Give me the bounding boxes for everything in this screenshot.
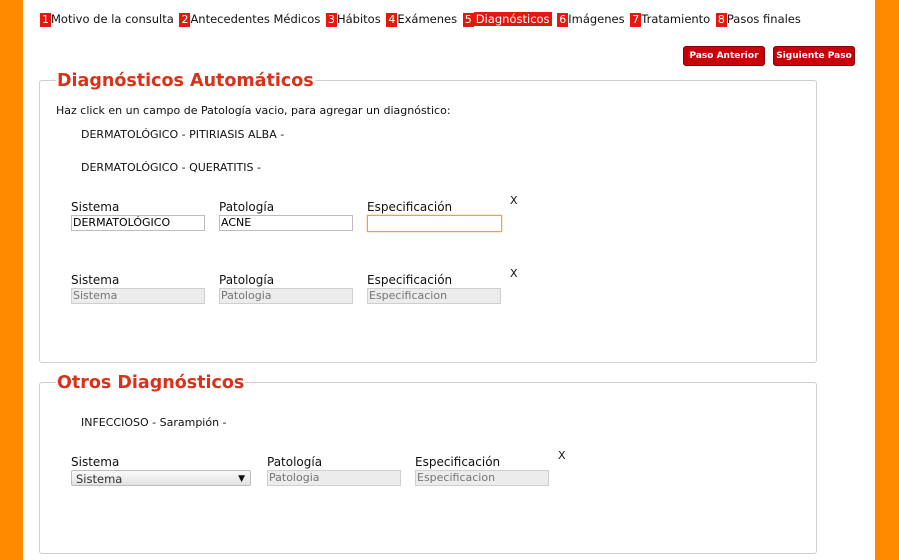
patologia-label: Patología bbox=[267, 455, 323, 469]
automatic-diagnoses-panel: Diagnósticos Automáticos Haz click en un… bbox=[39, 71, 817, 363]
existing-diagnosis: DERMATOLÓGICO - QUERATITIS - bbox=[81, 161, 261, 174]
sistema-label: Sistema bbox=[71, 273, 120, 287]
step-number: 2 bbox=[179, 13, 191, 27]
wizard-steps: 1 Motivo de la consulta 2 Antecedentes Méd… bbox=[40, 12, 803, 27]
remove-row-icon[interactable]: X bbox=[510, 194, 518, 207]
step-antecedentes[interactable]: 2 Antecedentes Médicos bbox=[179, 12, 320, 27]
step-label: Hábitos bbox=[336, 12, 381, 26]
next-step-button[interactable]: Siguiente Paso bbox=[773, 46, 855, 66]
step-tratamiento[interactable]: 7 Tratamiento bbox=[630, 12, 710, 27]
sistema-input[interactable] bbox=[71, 215, 205, 231]
other-diagnoses-panel: Otros Diagnósticos INFECCIOSO - Sarampió… bbox=[39, 373, 817, 554]
step-label: Motivo de la consulta bbox=[51, 12, 174, 26]
diagnosis-row: Sistema Patología Especificación X Siste… bbox=[71, 449, 566, 495]
step-number: 5 bbox=[462, 13, 474, 27]
step-diagnosticos[interactable]: 5 Diagnósticos bbox=[462, 12, 552, 27]
patologia-label: Patología bbox=[219, 273, 275, 287]
sistema-label: Sistema bbox=[71, 200, 120, 214]
patologia-input[interactable] bbox=[219, 215, 353, 231]
especificacion-label: Especificación bbox=[415, 455, 501, 469]
step-number: 8 bbox=[715, 13, 727, 27]
sistema-label: Sistema bbox=[71, 455, 120, 469]
especificacion-input[interactable] bbox=[367, 288, 501, 304]
previous-step-button[interactable]: Paso Anterior bbox=[683, 46, 765, 66]
remove-row-icon[interactable]: X bbox=[558, 449, 566, 462]
remove-row-icon[interactable]: X bbox=[510, 267, 518, 280]
step-pasos-finales[interactable]: 8 Pasos finales bbox=[715, 12, 801, 27]
step-number: 6 bbox=[557, 13, 569, 27]
especificacion-label: Especificación bbox=[367, 273, 453, 287]
sistema-selected-value: Sistema bbox=[76, 472, 123, 486]
step-imagenes[interactable]: 6 Imágenes bbox=[557, 12, 625, 27]
step-examenes[interactable]: 4 Exámenes bbox=[386, 12, 457, 27]
sistema-select[interactable]: Sistema ▼ bbox=[71, 470, 251, 486]
step-number: 3 bbox=[325, 13, 337, 27]
patologia-label: Patología bbox=[219, 200, 275, 214]
section-title: Otros Diagnósticos bbox=[56, 373, 246, 393]
step-number: 4 bbox=[386, 13, 398, 27]
instruction-text: Haz click en un campo de Patología vacio… bbox=[56, 104, 451, 117]
step-number: 1 bbox=[40, 13, 51, 27]
patologia-input[interactable] bbox=[267, 470, 401, 486]
especificacion-label: Especificación bbox=[367, 200, 453, 214]
dropdown-arrow-icon: ▼ bbox=[238, 474, 245, 484]
existing-diagnosis: INFECCIOSO - Sarampión - bbox=[81, 416, 227, 429]
step-label: Pasos finales bbox=[726, 12, 801, 26]
step-label: Antecedentes Médicos bbox=[190, 12, 321, 26]
step-motivo[interactable]: 1 Motivo de la consulta bbox=[40, 12, 174, 27]
step-label: Tratamiento bbox=[641, 12, 711, 26]
step-label: Imágenes bbox=[568, 12, 625, 26]
step-habitos[interactable]: 3 Hábitos bbox=[325, 12, 381, 27]
step-number: 7 bbox=[630, 13, 642, 27]
diagnosis-row: Sistema Patología Especificación X bbox=[71, 267, 551, 313]
page: 1 Motivo de la consulta 2 Antecedentes Méd… bbox=[23, 0, 875, 560]
especificacion-input[interactable] bbox=[415, 470, 549, 486]
step-label: Exámenes bbox=[397, 12, 458, 26]
diagnosis-row: Sistema Patología Especificación X bbox=[71, 194, 551, 240]
section-title: Diagnósticos Automáticos bbox=[56, 71, 315, 91]
sistema-input[interactable] bbox=[71, 288, 205, 304]
patologia-input[interactable] bbox=[219, 288, 353, 304]
step-label: Diagnósticos bbox=[473, 12, 552, 26]
especificacion-input[interactable] bbox=[367, 215, 502, 232]
existing-diagnosis: DERMATOLÓGICO - PITIRIASIS ALBA - bbox=[81, 128, 285, 141]
